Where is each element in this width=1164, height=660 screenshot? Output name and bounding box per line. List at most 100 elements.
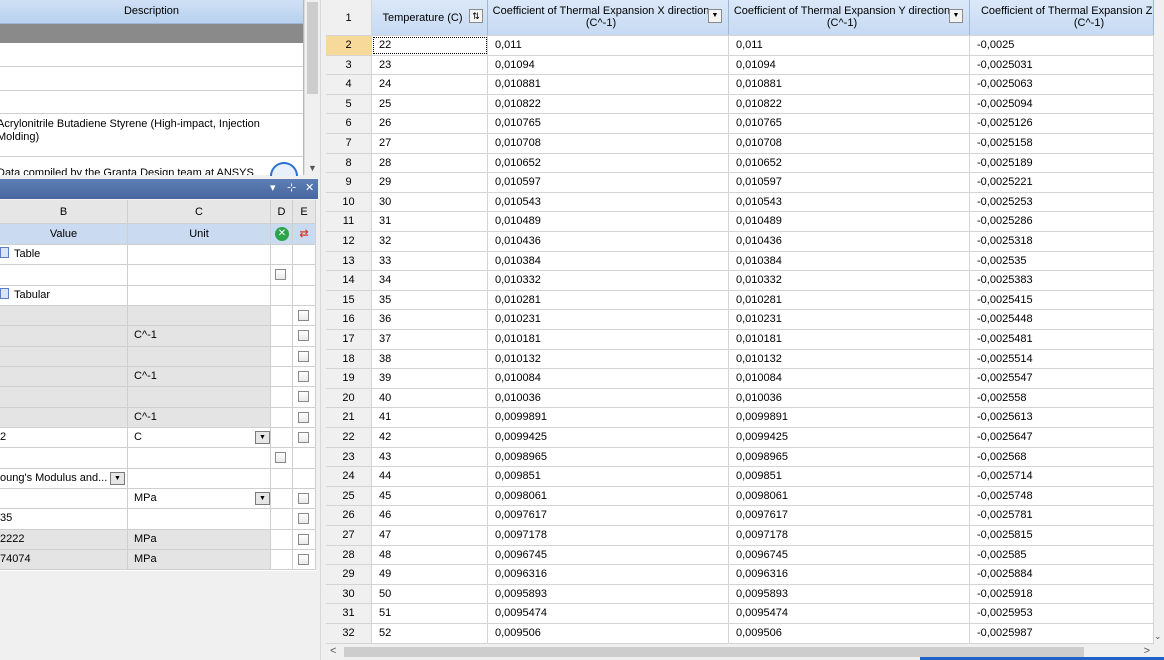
temperature-cell[interactable]: 38 bbox=[372, 349, 488, 369]
row-number[interactable]: 11 bbox=[326, 212, 372, 231]
cte-y-cell[interactable]: 0,010708 bbox=[729, 134, 970, 153]
cte-x-cell[interactable]: 0,010332 bbox=[488, 271, 729, 290]
table-row[interactable]: 2 22 0,011 0,011 -0,0025 bbox=[326, 36, 1154, 56]
column-header-cte-z[interactable]: Coefficient of Thermal Expansion Z direc… bbox=[970, 0, 1154, 35]
value-cell[interactable] bbox=[0, 387, 128, 407]
unit-cell[interactable] bbox=[128, 245, 271, 265]
cte-x-cell[interactable]: 0,010652 bbox=[488, 153, 729, 173]
cte-x-cell[interactable]: 0,010084 bbox=[488, 369, 729, 388]
column-header-temperature[interactable]: Temperature (C) ⇅ bbox=[372, 0, 488, 35]
checkbox[interactable] bbox=[298, 431, 309, 443]
temperature-cell[interactable]: 49 bbox=[372, 565, 488, 584]
temperature-cell[interactable]: 23 bbox=[372, 55, 488, 75]
chevron-down-icon[interactable]: ▼ bbox=[255, 430, 270, 444]
checkbox[interactable] bbox=[298, 411, 309, 423]
checkbox[interactable] bbox=[298, 553, 309, 565]
value-cell[interactable]: 74074 bbox=[0, 549, 128, 570]
chevron-right-icon[interactable]: > bbox=[1144, 645, 1150, 657]
cte-z-cell[interactable]: -0,0025547 bbox=[970, 369, 1154, 388]
unit-cell[interactable]: MPa bbox=[128, 549, 271, 570]
table-row[interactable]: 30 50 0,0095893 0,0095893 -0,0025918 bbox=[326, 584, 1154, 605]
cte-z-cell[interactable]: -0,0025189 bbox=[970, 153, 1154, 173]
unit-cell[interactable] bbox=[128, 468, 271, 488]
temperature-cell[interactable]: 26 bbox=[372, 114, 488, 133]
column-header-c[interactable]: C bbox=[128, 200, 271, 223]
cte-x-cell[interactable]: 0,010384 bbox=[488, 251, 729, 271]
row-number[interactable]: 25 bbox=[326, 486, 372, 506]
cte-y-cell[interactable]: 0,010597 bbox=[729, 173, 970, 192]
temperature-cell[interactable]: 36 bbox=[372, 310, 488, 329]
cte-y-cell[interactable]: 0,0097178 bbox=[729, 526, 970, 545]
row-number[interactable]: 13 bbox=[326, 251, 372, 271]
row-number[interactable]: 10 bbox=[326, 192, 372, 212]
cte-z-cell[interactable]: -0,0025286 bbox=[970, 212, 1154, 231]
table-row[interactable]: 10 30 0,010543 0,010543 -0,0025253 bbox=[326, 192, 1154, 213]
cte-z-cell[interactable]: -0,0025815 bbox=[970, 526, 1154, 545]
row-number[interactable]: 2 bbox=[326, 36, 372, 55]
cte-z-cell[interactable]: -0,0025031 bbox=[970, 55, 1154, 75]
table-row[interactable]: 21 41 0,0099891 0,0099891 -0,0025613 bbox=[326, 408, 1154, 428]
cte-z-cell[interactable]: -0,0025318 bbox=[970, 232, 1154, 251]
cte-x-cell[interactable]: 0,01094 bbox=[488, 55, 729, 75]
row-number[interactable]: 1 bbox=[326, 0, 372, 35]
delete-icon[interactable]: ✕ bbox=[275, 227, 289, 241]
table-row[interactable]: 15 35 0,010281 0,010281 -0,0025415 bbox=[326, 290, 1154, 311]
cte-z-cell[interactable]: -0,0025781 bbox=[970, 506, 1154, 525]
value-cell[interactable]: oung's Modulus and... ▼ bbox=[0, 468, 128, 488]
table-row[interactable]: 20 40 0,010036 0,010036 -0,002558 bbox=[326, 388, 1154, 409]
description-row[interactable] bbox=[0, 91, 303, 114]
value-cell[interactable]: Table bbox=[0, 245, 128, 265]
cte-z-cell[interactable]: -0,0025383 bbox=[970, 271, 1154, 290]
table-row[interactable]: 9 29 0,010597 0,010597 -0,0025221 bbox=[326, 173, 1154, 193]
temperature-cell[interactable]: 46 bbox=[372, 506, 488, 525]
table-row[interactable]: 2 C ▼ bbox=[0, 427, 316, 449]
checkbox[interactable] bbox=[275, 269, 286, 281]
cte-y-cell[interactable]: 0,0095474 bbox=[729, 604, 970, 623]
cte-x-cell[interactable]: 0,0097617 bbox=[488, 506, 729, 525]
cte-z-cell[interactable]: -0,0025918 bbox=[970, 584, 1154, 604]
cte-x-cell[interactable]: 0,0095474 bbox=[488, 604, 729, 623]
unit-cell[interactable]: MPa bbox=[128, 529, 271, 549]
value-cell[interactable] bbox=[0, 326, 128, 346]
cte-y-cell[interactable]: 0,010881 bbox=[729, 75, 970, 94]
unit-cell[interactable]: C^-1 bbox=[128, 366, 271, 387]
chevron-left-icon[interactable]: < bbox=[330, 645, 336, 657]
cte-y-cell[interactable]: 0,009851 bbox=[729, 467, 970, 486]
value-cell[interactable] bbox=[0, 346, 128, 366]
table-row[interactable]: 25 45 0,0098061 0,0098061 -0,0025748 bbox=[326, 486, 1154, 507]
cte-z-cell[interactable]: -0,0025 bbox=[970, 36, 1154, 55]
table-row[interactable]: Table bbox=[0, 245, 316, 266]
row-number[interactable]: 9 bbox=[326, 173, 372, 192]
row-number[interactable]: 28 bbox=[326, 545, 372, 565]
unit-cell[interactable]: MPa ▼ bbox=[128, 488, 271, 509]
cte-x-cell[interactable]: 0,0099425 bbox=[488, 428, 729, 447]
row-number[interactable]: 14 bbox=[326, 271, 372, 290]
material-description-row[interactable]: Acrylonitrile Butadiene Styrene (High-im… bbox=[0, 114, 303, 157]
table-vertical-scrollbar[interactable]: ⌄ bbox=[1154, 0, 1164, 644]
cte-z-cell[interactable]: -0,0025253 bbox=[970, 192, 1154, 212]
cte-y-cell[interactable]: 0,009506 bbox=[729, 624, 970, 643]
cte-x-cell[interactable]: 0,010765 bbox=[488, 114, 729, 133]
cte-z-cell[interactable]: -0,0025094 bbox=[970, 94, 1154, 114]
chevron-down-icon[interactable]: ▼ bbox=[708, 9, 722, 23]
temperature-cell[interactable]: 41 bbox=[372, 408, 488, 427]
cte-x-cell[interactable]: 0,010132 bbox=[488, 349, 729, 369]
table-horizontal-scrollbar[interactable]: < > bbox=[326, 644, 1164, 660]
cte-y-cell[interactable]: 0,010652 bbox=[729, 153, 970, 173]
unit-cell[interactable] bbox=[128, 387, 271, 407]
cte-z-cell[interactable]: -0,002568 bbox=[970, 447, 1154, 467]
cte-x-cell[interactable]: 0,0096316 bbox=[488, 565, 729, 584]
description-row[interactable] bbox=[0, 67, 303, 91]
row-number[interactable]: 15 bbox=[326, 290, 372, 310]
cte-z-cell[interactable]: -0,0025953 bbox=[970, 604, 1154, 623]
close-icon[interactable]: ✕ bbox=[305, 181, 314, 194]
row-number[interactable]: 29 bbox=[326, 565, 372, 584]
cte-y-cell[interactable]: 0,010489 bbox=[729, 212, 970, 231]
row-number[interactable]: 19 bbox=[326, 369, 372, 388]
chevron-down-icon[interactable]: ⌄ bbox=[1154, 631, 1162, 642]
cte-x-cell[interactable]: 0,010881 bbox=[488, 75, 729, 94]
temperature-cell[interactable]: 35 bbox=[372, 290, 488, 310]
table-row[interactable]: 4 24 0,010881 0,010881 -0,0025063 bbox=[326, 75, 1154, 95]
column-header-d[interactable]: D bbox=[271, 200, 293, 223]
table-row[interactable]: 27 47 0,0097178 0,0097178 -0,0025815 bbox=[326, 526, 1154, 546]
